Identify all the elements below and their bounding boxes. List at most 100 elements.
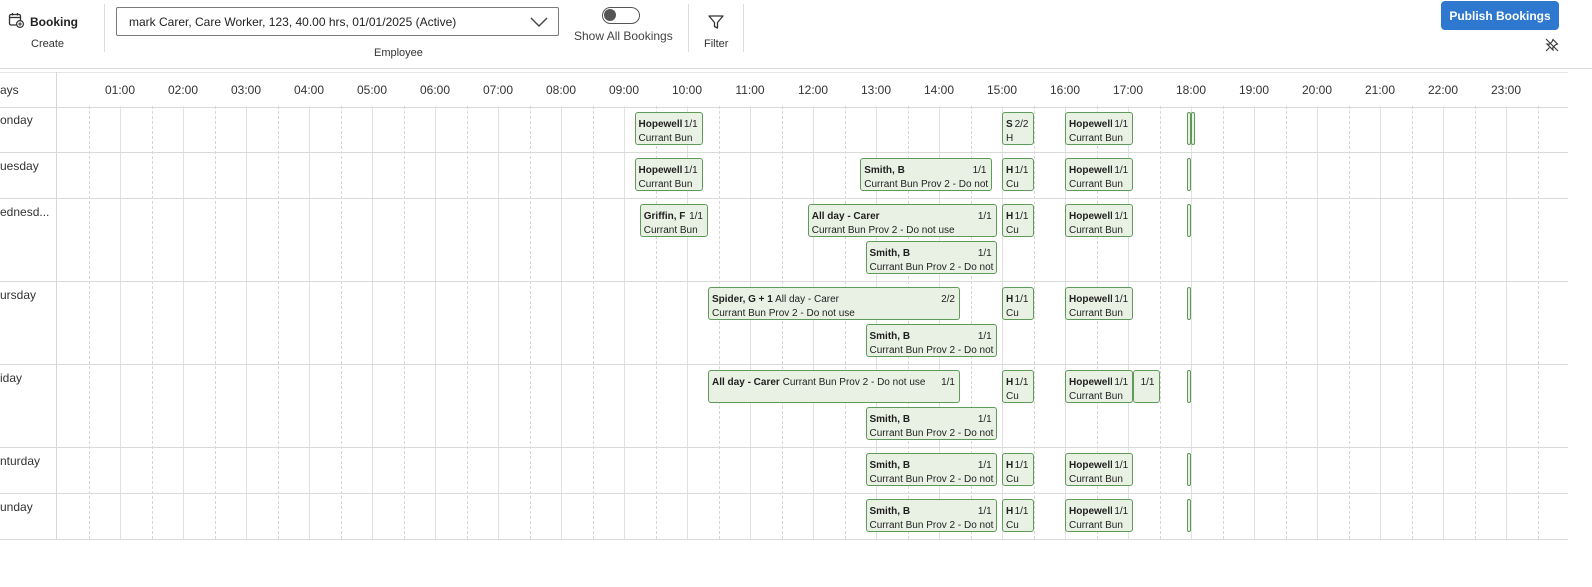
- booking-card[interactable]: SpH2/2: [1002, 112, 1034, 145]
- employee-select-value: mark Carer, Care Worker, 123, 40.00 hrs,…: [129, 15, 457, 29]
- employee-select[interactable]: mark Carer, Care Worker, 123, 40.00 hrs,…: [116, 7, 559, 36]
- booking-card[interactable]: Griffin, F Currant Bun 1/1: [639, 204, 708, 237]
- hour-label: 06:00: [419, 83, 451, 97]
- booking-client: Smith, B: [869, 414, 911, 425]
- booking-card[interactable]: Hopewell, Currant Bun 1/1: [1065, 204, 1134, 237]
- unpin-icon[interactable]: [1545, 38, 1559, 52]
- booking-marker[interactable]: [1186, 204, 1191, 237]
- booking-client: Smith, B: [869, 248, 911, 259]
- publish-bookings-button[interactable]: Publish Bookings: [1441, 1, 1559, 30]
- booking-location: Currant Bun Prov 2 - Do not use: [712, 308, 855, 319]
- hour-gridline: [309, 106, 310, 539]
- half-hour-gridline: [1159, 106, 1161, 539]
- hour-gridline: [813, 106, 814, 539]
- toolbar-divider: [688, 4, 689, 52]
- booking-client: Hopewell,: [638, 165, 686, 176]
- hour-label: 11:00: [735, 83, 765, 97]
- day-label: unday: [0, 500, 33, 514]
- filter-label: Filter: [704, 38, 729, 50]
- filter-button[interactable]: [706, 12, 726, 32]
- booking-card[interactable]: Hopewell, Currant Bun 1/1: [1065, 499, 1134, 532]
- hour-label: 15:00: [986, 83, 1018, 97]
- booking-title: Smith, B: [870, 506, 911, 517]
- day-row-divider: [0, 364, 1568, 365]
- booking-card[interactable]: Hopewell, Currant Bun 1/1: [1065, 287, 1134, 320]
- hour-gridline: [1254, 106, 1255, 539]
- half-hour-gridline: [529, 106, 531, 539]
- booking-marker[interactable]: [1186, 370, 1191, 403]
- booking-location: Currant Bun Prov 2 - Do not use: [811, 225, 955, 236]
- booking-count: 1/1: [687, 211, 703, 222]
- booking-title: All day - Carer Currant Bun Prov 2 - Do …: [712, 377, 925, 388]
- booking-marker[interactable]: [1186, 499, 1191, 532]
- booking-card[interactable]: Spider, G + 1 All day - Carer Currant Bun…: [708, 287, 960, 320]
- booking-card[interactable]: Smith, B Currant Bun Prov 2 - Do not use 1…: [865, 499, 997, 532]
- hour-gridline: [561, 106, 562, 539]
- half-hour-gridline: [403, 106, 405, 539]
- booking-card[interactable]: Smith, B Currant Bun Prov 2 - Do not use 1…: [865, 241, 997, 274]
- booking-card[interactable]: Smith, B Currant Bun Prov 2 - Do not use 1…: [865, 453, 997, 486]
- booking-count: 1/1: [1012, 211, 1029, 222]
- create-booking-button[interactable]: Booking: [8, 10, 78, 34]
- booking-card[interactable]: Hopewell, Currant Bun 1/1: [1065, 370, 1134, 403]
- booking-count: 1/1: [1138, 377, 1155, 388]
- hour-label: 07:00: [482, 83, 514, 97]
- half-hour-gridline: [718, 106, 720, 539]
- booking-card[interactable]: Smith, B Currant Bun Prov 2 - Do not use 1…: [865, 407, 997, 440]
- booking-marker[interactable]: [1186, 158, 1191, 191]
- hour-gridline: [624, 106, 625, 539]
- booking-card[interactable]: HaCu1/1: [1002, 158, 1034, 191]
- booking-count: 2/2: [939, 294, 955, 305]
- booking-card[interactable]: HaCu1/1: [1002, 370, 1034, 403]
- booking-card[interactable]: HaCu1/1: [1002, 287, 1034, 320]
- booking-count: 1/1: [1012, 460, 1029, 471]
- booking-card[interactable]: Smith, B Currant Bun Prov 2 - Do not use 1…: [865, 324, 997, 357]
- booking-card[interactable]: Hopewell, Currant Bun 1/1: [1065, 453, 1134, 486]
- booking-count: 1/1: [1112, 165, 1129, 176]
- hour-label: 03:00: [230, 83, 262, 97]
- booking-client: Hopewell,: [1069, 211, 1116, 222]
- booking-location: Currant Bun: [1069, 133, 1123, 144]
- booking-title: Smith, B: [864, 165, 905, 176]
- employee-label: Employee: [374, 47, 423, 59]
- booking-count: 1/1: [681, 165, 698, 176]
- booking-location: Currant Bun: [1069, 308, 1123, 319]
- day-label: iday: [0, 371, 23, 385]
- booking-marker[interactable]: [1186, 287, 1191, 320]
- show-all-bookings-toggle[interactable]: [602, 7, 640, 24]
- booking-card[interactable]: Hopewell, Currant Bun 1/1: [1065, 158, 1134, 191]
- booking-card[interactable]: Hopewell, Currant Bun 1/1: [634, 158, 703, 191]
- booking-marker[interactable]: [1186, 453, 1191, 486]
- booking-count: 1/1: [975, 460, 992, 471]
- booking-title: Hopewell,: [639, 165, 686, 176]
- booking-location: Currant Bun Prov 2 - Do not use: [869, 520, 996, 531]
- booking-count: 1/1: [975, 248, 992, 259]
- booking-card[interactable]: HaCu1/1: [1002, 204, 1034, 237]
- half-hour-gridline: [277, 106, 279, 539]
- booking-card[interactable]: HaCu1/1: [1002, 453, 1034, 486]
- booking-card[interactable]: Hopewell, Currant Bun 1/1: [1065, 112, 1134, 145]
- booking-card[interactable]: 1/1: [1133, 370, 1160, 403]
- booking-location: Currant Bun: [638, 179, 693, 190]
- booking-location: Cu: [1006, 308, 1019, 319]
- booking-title: Spider, G + 1 All day - Carer: [712, 294, 839, 305]
- booking-card[interactable]: All day - Carer Currant Bun Prov 2 - Do …: [708, 370, 960, 403]
- hour-label: 14:00: [923, 83, 955, 97]
- hour-label: 02:00: [167, 83, 199, 97]
- day-row-divider: [0, 447, 1568, 448]
- booking-client: Griffin, F: [643, 211, 686, 222]
- show-all-bookings-label: Show All Bookings: [574, 29, 673, 43]
- booking-card[interactable]: Hopewell, Currant Bun 1/1: [634, 112, 703, 145]
- booking-location: Currant Bun: [638, 133, 693, 144]
- booking-marker[interactable]: [1191, 112, 1196, 145]
- hour-gridline: [246, 106, 247, 539]
- hour-label: 05:00: [356, 83, 388, 97]
- booking-card[interactable]: Smith, B Currant Bun Prov 2 - Do not use 1…: [860, 158, 992, 191]
- booking-card[interactable]: HaCu1/1: [1002, 499, 1034, 532]
- booking-location: Cu: [1006, 474, 1019, 485]
- booking-card[interactable]: All day - Carer Currant Bun Prov 2 - Do n…: [807, 204, 997, 237]
- half-hour-gridline: [1222, 106, 1224, 539]
- half-hour-gridline: [592, 106, 594, 539]
- booking-location: Currant Bun Prov 2 - Do not use: [869, 262, 996, 273]
- booking-location: Cu: [1006, 520, 1019, 531]
